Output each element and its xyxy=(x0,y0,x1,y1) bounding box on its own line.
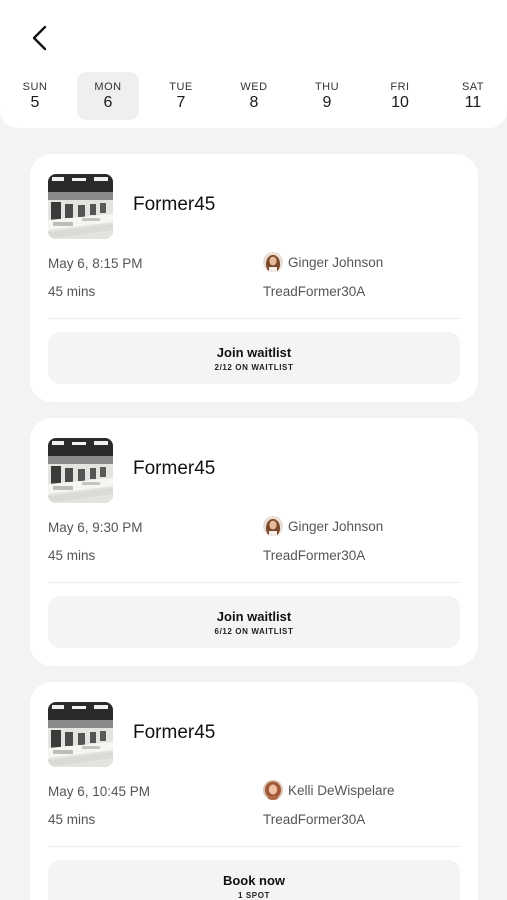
instructor-name: Kelli DeWispelare xyxy=(288,782,395,798)
class-datetime: May 6, 8:15 PM xyxy=(48,256,143,271)
class-datetime: May 6, 10:45 PM xyxy=(48,784,151,799)
action-label: Join waitlist xyxy=(216,344,292,360)
waitlist-count: 6/12 ON WAITLIST xyxy=(214,626,294,636)
instructor: Ginger Johnson xyxy=(263,516,383,536)
day-mon[interactable]: MON 6 xyxy=(77,72,139,120)
chevron-left-icon xyxy=(32,25,47,51)
class-location: TreadFormer30A xyxy=(263,548,366,563)
divider xyxy=(48,582,460,583)
day-fri[interactable]: FRI 10 xyxy=(369,72,431,120)
day-number: 5 xyxy=(30,93,40,111)
class-title: Former45 xyxy=(133,458,216,479)
avatar xyxy=(263,516,283,536)
waitlist-count: 2/12 ON WAITLIST xyxy=(214,362,294,372)
week-day-selector: SUN 5 MON 6 TUE 7 WED 8 THU 9 FRI 10 SAT… xyxy=(4,72,504,120)
class-title: Former45 xyxy=(133,194,216,215)
day-number: 9 xyxy=(322,93,332,111)
day-name: WED xyxy=(240,80,268,93)
day-name: MON xyxy=(94,80,122,93)
class-card[interactable]: Former45 May 6, 9:30 PM Ginger Johnson 4… xyxy=(30,418,478,666)
book-now-button[interactable]: Book now 1 SPOT xyxy=(48,860,460,900)
avatar xyxy=(263,252,283,272)
join-waitlist-button[interactable]: Join waitlist 6/12 ON WAITLIST xyxy=(48,596,460,648)
day-name: SAT xyxy=(461,80,485,93)
day-number: 8 xyxy=(249,93,259,111)
join-waitlist-button[interactable]: Join waitlist 2/12 ON WAITLIST xyxy=(48,332,460,384)
day-thu[interactable]: THU 9 xyxy=(296,72,358,120)
spots-available: 1 SPOT xyxy=(237,890,271,900)
date-header: SUN 5 MON 6 TUE 7 WED 8 THU 9 FRI 10 SAT… xyxy=(0,0,507,128)
class-duration: 45 mins xyxy=(48,548,96,563)
day-tue[interactable]: TUE 7 xyxy=(150,72,212,120)
action-label: Book now xyxy=(222,872,286,888)
class-duration: 45 mins xyxy=(48,812,96,827)
divider xyxy=(48,318,460,319)
divider xyxy=(48,846,460,847)
day-number: 11 xyxy=(464,93,482,111)
day-name: TUE xyxy=(169,80,193,93)
class-location: TreadFormer30A xyxy=(263,812,366,827)
action-label: Join waitlist xyxy=(216,608,292,624)
instructor-name: Ginger Johnson xyxy=(288,518,384,534)
day-name: SUN xyxy=(22,80,48,93)
day-wed[interactable]: WED 8 xyxy=(223,72,285,120)
class-card[interactable]: Former45 May 6, 8:15 PM Ginger Johnson 4… xyxy=(30,154,478,402)
day-number: 10 xyxy=(391,93,409,111)
class-thumbnail xyxy=(48,702,113,767)
back-button[interactable] xyxy=(22,20,58,56)
class-title: Former45 xyxy=(133,722,216,743)
avatar xyxy=(263,780,283,800)
instructor: Ginger Johnson xyxy=(263,252,383,272)
class-location: TreadFormer30A xyxy=(263,284,366,299)
day-number: 7 xyxy=(176,93,186,111)
instructor: Kelli DeWispelare xyxy=(263,780,395,800)
day-name: THU xyxy=(314,80,340,93)
class-datetime: May 6, 9:30 PM xyxy=(48,520,143,535)
class-card[interactable]: Former45 May 6, 10:45 PM Kelli DeWispela… xyxy=(30,682,478,900)
day-name: FRI xyxy=(390,80,410,93)
day-number: 6 xyxy=(103,93,113,111)
instructor-name: Ginger Johnson xyxy=(288,254,384,270)
class-thumbnail xyxy=(48,174,113,239)
class-thumbnail xyxy=(48,438,113,503)
day-sat[interactable]: SAT 11 xyxy=(442,72,504,120)
day-sun[interactable]: SUN 5 xyxy=(4,72,66,120)
class-duration: 45 mins xyxy=(48,284,96,299)
